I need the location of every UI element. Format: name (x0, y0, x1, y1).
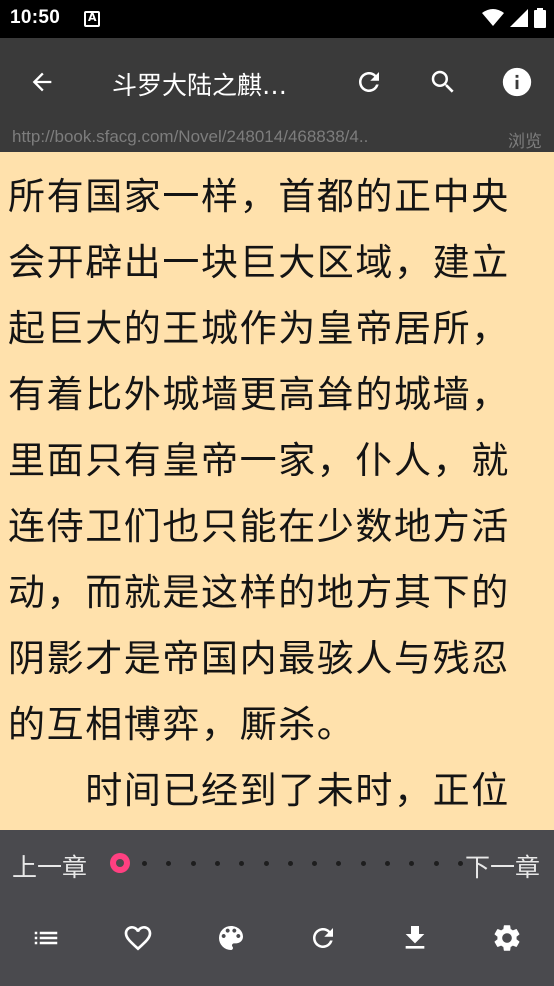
back-button[interactable] (20, 60, 64, 104)
url-bar: http://book.sfacg.com/Novel/248014/46883… (0, 127, 554, 152)
arrow-back-icon (32, 72, 52, 92)
settings-icon (494, 925, 520, 951)
chapter-list-button[interactable] (23, 916, 69, 960)
signal-icon (510, 9, 528, 27)
text-line: 动，而就是这样的地方其下的 (8, 571, 510, 614)
slider-tick (287, 861, 293, 866)
text-line: 连侍卫们也只能在少数地方活 (8, 505, 510, 548)
status-time: 10:50 (10, 7, 61, 28)
palette-icon (219, 926, 243, 950)
slider-tick (239, 861, 245, 866)
prev-chapter-button[interactable]: 上一章 (12, 848, 87, 884)
battery-icon (534, 8, 546, 28)
slider-tick (166, 861, 172, 866)
slider-tick (433, 861, 439, 866)
app-bar: 斗罗大陆之麒… (0, 38, 554, 128)
text-line: 所有国家一样，首都的正中央 (8, 175, 510, 218)
search-button[interactable] (421, 60, 465, 104)
text-line: 会开辟出一块巨大区域，建立 (8, 241, 510, 284)
reload-button[interactable] (347, 60, 391, 104)
slider-tick (214, 861, 220, 866)
status-icons (482, 8, 546, 28)
browse-button[interactable]: 浏览 (508, 127, 542, 152)
slider-thumb[interactable] (110, 853, 130, 873)
text-line: 里面只有皇帝一家，仆人，就 (8, 439, 510, 482)
notification-icon (84, 11, 100, 27)
chapter-progress-slider[interactable] (110, 852, 463, 874)
download-button[interactable] (392, 916, 438, 960)
wifi-icon (482, 9, 504, 26)
status-bar: 10:50 (0, 0, 554, 38)
slider-tick (263, 861, 269, 866)
slider-tick (409, 861, 415, 866)
heart-icon (124, 926, 152, 951)
text-line: 的互相博弈，厮杀。 (8, 703, 356, 746)
next-chapter-button[interactable]: 下一章 (465, 848, 540, 884)
slider-tick (190, 861, 196, 866)
slider-tick (385, 861, 390, 866)
info-icon (502, 67, 532, 97)
search-icon (431, 70, 454, 93)
favorite-button[interactable] (115, 916, 161, 960)
slider-tick (336, 861, 342, 866)
download-icon (405, 926, 425, 949)
info-button[interactable] (495, 60, 539, 104)
text-line: 有着比外城墙更高耸的城墙， (8, 373, 510, 416)
refresh-icon (359, 72, 379, 92)
theme-button[interactable] (208, 916, 254, 960)
refresh-chapter-button[interactable] (300, 916, 346, 960)
text-line: 起巨大的王城作为皇帝居所， (8, 307, 510, 350)
list-icon (34, 931, 58, 945)
refresh-icon (313, 928, 333, 948)
bottom-panel: 上一章 下一章 (0, 830, 554, 986)
slider-tick (142, 861, 147, 866)
text-line: 阴影才是帝国内最骇人与残忍 (8, 637, 510, 680)
slider-tick (360, 861, 366, 866)
chapter-nav: 上一章 下一章 (0, 830, 554, 896)
url-text[interactable]: http://book.sfacg.com/Novel/248014/46883… (12, 127, 368, 147)
settings-button[interactable] (484, 916, 530, 960)
slider-tick (312, 861, 318, 866)
reading-area[interactable]: 所有国家一样，首都的正中央 会开辟出一块巨大区域，建立 起巨大的王城作为皇帝居所… (0, 152, 554, 830)
reader-toolbar (0, 916, 554, 960)
page-title: 斗罗大陆之麒… (112, 71, 288, 100)
text-line: 时间已经到了未时，正位 (8, 769, 510, 812)
slider-tick (457, 861, 463, 866)
